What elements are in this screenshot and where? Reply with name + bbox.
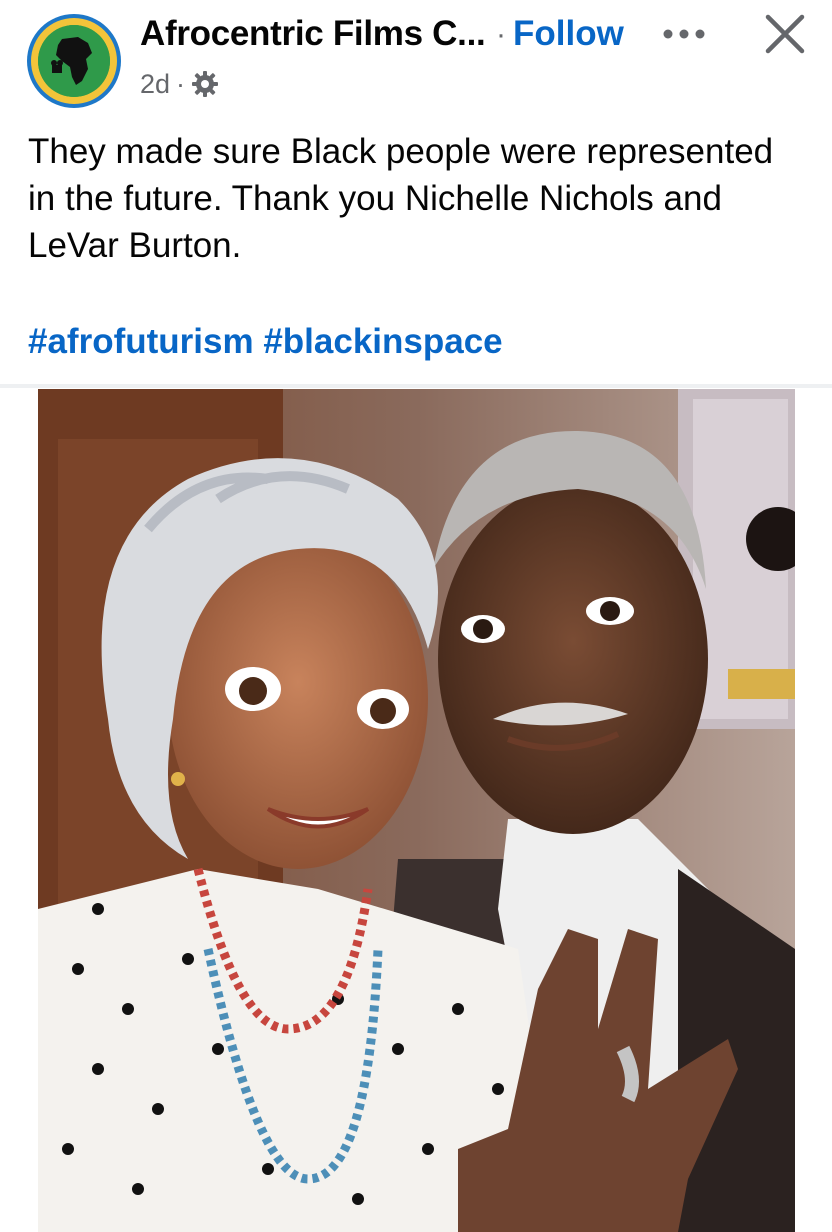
page-name[interactable]: Afrocentric Films C... xyxy=(140,14,486,54)
post-text-line: in the future. Thank you Nichelle Nichol… xyxy=(28,179,722,218)
post-header: Afrocentric Films C... · Follow 2d · xyxy=(0,0,832,118)
hashtag-link[interactable]: #blackinspace xyxy=(263,322,502,361)
more-horizontal-icon[interactable] xyxy=(660,22,708,46)
facebook-post: Afrocentric Films C... · Follow 2d · The… xyxy=(0,0,832,1232)
post-meta: 2d · xyxy=(140,66,219,102)
close-icon[interactable] xyxy=(763,12,807,56)
hashtags: #afrofuturism #blackinspace xyxy=(28,322,503,362)
africa-map-icon xyxy=(38,25,110,97)
post-text-line: LeVar Burton. xyxy=(28,226,242,265)
gear-icon[interactable] xyxy=(191,70,219,98)
meta-separator: · xyxy=(176,68,186,99)
divider xyxy=(0,384,832,388)
avatar-gold-ring xyxy=(31,18,117,104)
header-separator: · xyxy=(496,18,506,51)
follow-button[interactable]: Follow xyxy=(513,14,624,54)
post-text: They made sure Black people were represe… xyxy=(28,128,818,269)
post-text-line: They made sure Black people were represe… xyxy=(28,132,774,171)
post-image[interactable] xyxy=(38,389,795,1232)
hashtag-link[interactable]: #afrofuturism xyxy=(28,322,254,361)
page-avatar[interactable] xyxy=(27,14,121,108)
post-time[interactable]: 2d xyxy=(140,69,170,100)
